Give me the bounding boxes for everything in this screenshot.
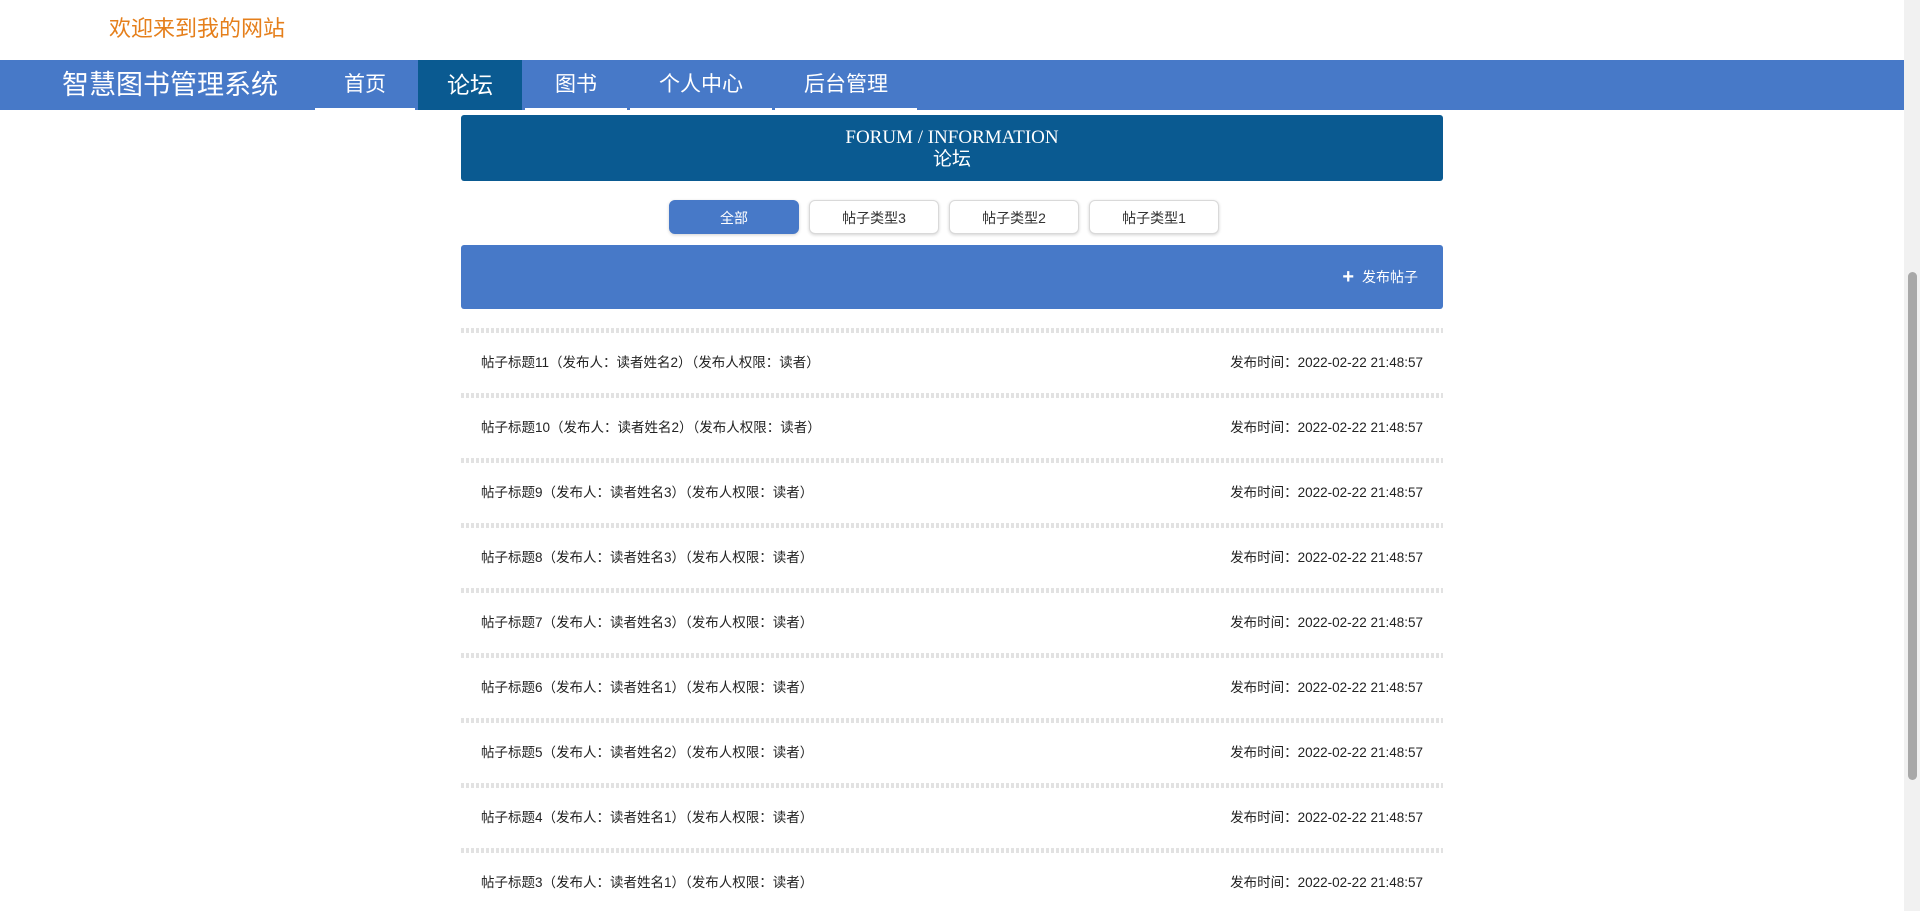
nav-item-home[interactable]: 首页 <box>315 60 415 110</box>
post-title[interactable]: 帖子标题4（发布人：读者姓名1）（发布人权限：读者） <box>481 788 813 848</box>
nav-item-admin[interactable]: 后台管理 <box>775 60 917 110</box>
post-time: 发布时间：2022-02-22 21:48:57 <box>1230 355 1423 370</box>
post-time: 发布时间：2022-02-22 21:48:57 <box>1230 875 1423 890</box>
post-row[interactable]: 帖子标题5（发布人：读者姓名2）（发布人权限：读者） 发布时间：2022-02-… <box>461 723 1443 783</box>
nav-item-forum[interactable]: 论坛 <box>418 60 522 110</box>
post-title[interactable]: 帖子标题3（发布人：读者姓名1）（发布人权限：读者） <box>481 853 813 913</box>
nav-menu: 首页 论坛 图书 个人中心 后台管理 <box>315 60 920 110</box>
post-time: 发布时间：2022-02-22 21:48:57 <box>1230 745 1423 760</box>
post-time: 发布时间：2022-02-22 21:48:57 <box>1230 615 1423 630</box>
post-list: 帖子标题11（发布人：读者姓名2）（发布人权限：读者） 发布时间：2022-02… <box>461 328 1443 913</box>
post-title[interactable]: 帖子标题6（发布人：读者姓名1）（发布人权限：读者） <box>481 658 813 718</box>
post-row[interactable]: 帖子标题9（发布人：读者姓名3）（发布人权限：读者） 发布时间：2022-02-… <box>461 463 1443 523</box>
forum-title-en: FORUM / INFORMATION <box>845 127 1059 148</box>
post-row[interactable]: 帖子标题8（发布人：读者姓名3）（发布人权限：读者） 发布时间：2022-02-… <box>461 528 1443 588</box>
publish-post-label: 发布帖子 <box>1362 269 1418 285</box>
plus-icon: + <box>1342 266 1354 288</box>
post-row[interactable]: 帖子标题10（发布人：读者姓名2）（发布人权限：读者） 发布时间：2022-02… <box>461 398 1443 458</box>
post-row[interactable]: 帖子标题6（发布人：读者姓名1）（发布人权限：读者） 发布时间：2022-02-… <box>461 658 1443 718</box>
post-title[interactable]: 帖子标题11（发布人：读者姓名2）（发布人权限：读者） <box>481 333 820 393</box>
filter-type3-button[interactable]: 帖子类型3 <box>809 200 939 234</box>
post-title[interactable]: 帖子标题5（发布人：读者姓名2）（发布人权限：读者） <box>481 723 813 783</box>
post-title[interactable]: 帖子标题8（发布人：读者姓名3）（发布人权限：读者） <box>481 528 813 588</box>
nav-item-personal-center[interactable]: 个人中心 <box>630 60 772 110</box>
filter-type1-button[interactable]: 帖子类型1 <box>1089 200 1219 234</box>
post-row[interactable]: 帖子标题4（发布人：读者姓名1）（发布人权限：读者） 发布时间：2022-02-… <box>461 788 1443 848</box>
post-time: 发布时间：2022-02-22 21:48:57 <box>1230 680 1423 695</box>
post-type-filters: 全部 帖子类型3 帖子类型2 帖子类型1 <box>669 200 1229 234</box>
welcome-text: 欢迎来到我的网站 <box>109 16 286 41</box>
post-title[interactable]: 帖子标题9（发布人：读者姓名3）（发布人权限：读者） <box>481 463 813 523</box>
post-time: 发布时间：2022-02-22 21:48:57 <box>1230 485 1423 500</box>
post-row[interactable]: 帖子标题3（发布人：读者姓名1）（发布人权限：读者） 发布时间：2022-02-… <box>461 853 1443 913</box>
page-scrollbar[interactable] <box>1904 0 1920 911</box>
nav-item-books[interactable]: 图书 <box>525 60 627 110</box>
site-brand[interactable]: 智慧图书管理系统 <box>62 60 278 110</box>
post-toolbar: + 发布帖子 <box>461 245 1443 309</box>
scrollbar-thumb[interactable] <box>1908 272 1917 780</box>
forum-header-banner: FORUM / INFORMATION 论坛 <box>461 115 1443 181</box>
post-title[interactable]: 帖子标题10（发布人：读者姓名2）（发布人权限：读者） <box>481 398 821 458</box>
post-time: 发布时间：2022-02-22 21:48:57 <box>1230 420 1423 435</box>
post-time: 发布时间：2022-02-22 21:48:57 <box>1230 550 1423 565</box>
post-row[interactable]: 帖子标题7（发布人：读者姓名3）（发布人权限：读者） 发布时间：2022-02-… <box>461 593 1443 653</box>
filter-type2-button[interactable]: 帖子类型2 <box>949 200 1079 234</box>
post-time: 发布时间：2022-02-22 21:48:57 <box>1230 810 1423 825</box>
post-row[interactable]: 帖子标题11（发布人：读者姓名2）（发布人权限：读者） 发布时间：2022-02… <box>461 333 1443 393</box>
publish-post-button[interactable]: + 发布帖子 <box>1342 245 1418 309</box>
main-navbar: 智慧图书管理系统 首页 论坛 图书 个人中心 后台管理 <box>0 60 1904 110</box>
forum-title-cn: 论坛 <box>932 149 971 170</box>
post-title[interactable]: 帖子标题7（发布人：读者姓名3）（发布人权限：读者） <box>481 593 813 653</box>
filter-all-button[interactable]: 全部 <box>669 200 799 234</box>
